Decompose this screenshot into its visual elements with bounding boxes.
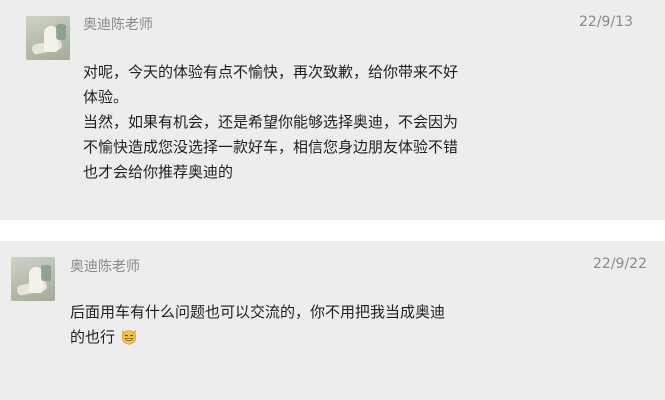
message-text: 对呢，今天的体验有点不愉快，再次致歉，给你带来不好 体验。 当然，如果有机会，还… [83,60,458,185]
message-line: 体验。 [83,88,129,106]
message-line: 不愉快造成您没选择一款好车，相信您身边朋友体验不错 [83,138,459,156]
avatar[interactable] [26,16,70,60]
sender-name: 奥迪陈老师 [83,17,153,33]
message-line: 后面用车有什么问题也可以交流的，你不用把我当成奥迪 [70,303,446,321]
message-line: 当然，如果有机会，还是希望你能够选择奥迪，不会因为 [83,113,459,131]
message-card[interactable]: 奥迪陈老师 22/9/22 后面用车有什么问题也可以交流的，你不用把我当成奥迪 … [0,241,665,400]
message-line: 对呢，今天的体验有点不愉快，再次致歉，给你带来不好 [83,63,459,81]
message-line: 也才会给你推荐奥迪的 [83,163,234,181]
grinning-cat-icon [121,329,136,345]
timestamp: 22/9/22 [593,256,647,272]
message-line: 的也行 [70,325,445,350]
message-card[interactable]: 奥迪陈老师 22/9/13 对呢，今天的体验有点不愉快，再次致歉，给你带来不好 … [0,0,665,220]
timestamp: 22/9/13 [579,14,633,30]
avatar[interactable] [11,257,55,301]
message-text: 后面用车有什么问题也可以交流的，你不用把我当成奥迪 的也行 [70,300,445,350]
sender-name: 奥迪陈老师 [70,259,140,275]
message-line-text: 的也行 [70,328,116,346]
